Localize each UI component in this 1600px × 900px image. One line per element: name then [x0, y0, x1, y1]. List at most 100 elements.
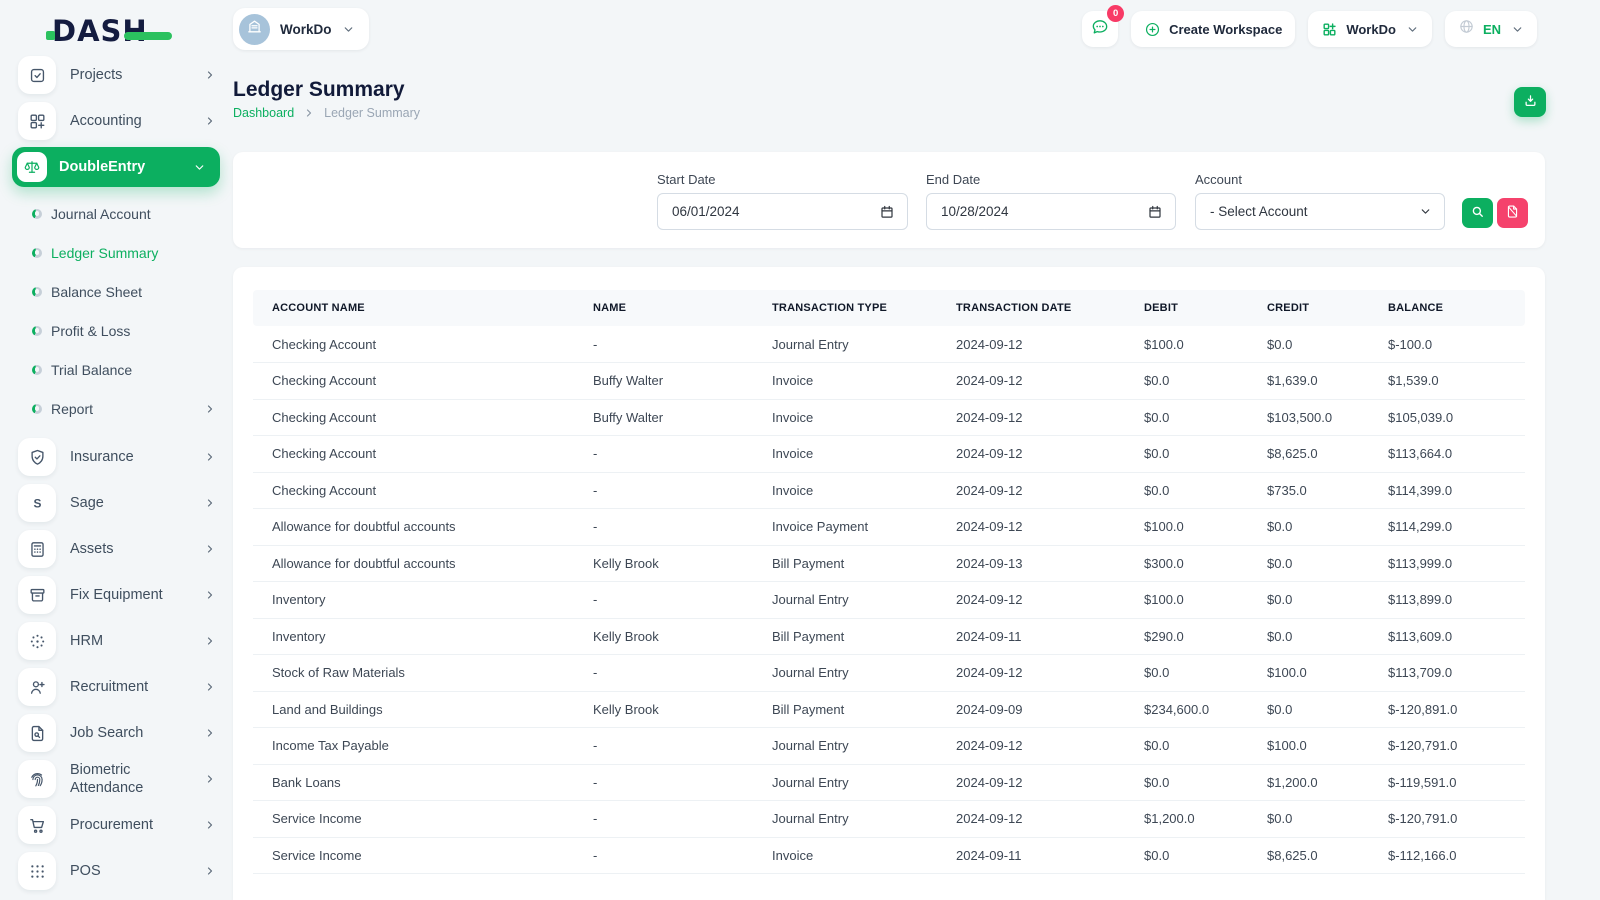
language-label: EN: [1483, 22, 1501, 37]
table-cell: 2024-09-09: [956, 691, 1144, 728]
bullet-icon: [32, 209, 42, 219]
grid-plus-icon: [18, 102, 56, 140]
account-selected-value: - Select Account: [1210, 204, 1308, 219]
dash-logo[interactable]: DASH: [52, 14, 148, 48]
create-workspace-button[interactable]: Create Workspace: [1131, 11, 1295, 47]
table-cell: -: [593, 728, 772, 765]
sidebar-nav: ProjectsAccountingDoubleEntry Journal Acc…: [0, 52, 232, 894]
sidebar-subitem-balance-sheet[interactable]: Balance Sheet: [0, 272, 232, 311]
table-cell: $113,664.0: [1388, 436, 1525, 473]
account-select[interactable]: - Select Account: [1195, 193, 1445, 230]
sidebar-item-biometric-attendance[interactable]: Biometric Attendance: [0, 756, 232, 802]
sidebar-subitem-trial-balance[interactable]: Trial Balance: [0, 350, 232, 389]
table-row[interactable]: InventoryKelly BrookBill Payment2024-09-…: [253, 618, 1525, 655]
table-row[interactable]: Bank Loans-Journal Entry2024-09-12$0.0$1…: [253, 764, 1525, 801]
table-cell: 2024-09-11: [956, 837, 1144, 874]
breadcrumb-dashboard-link[interactable]: Dashboard: [233, 106, 294, 120]
sidebar-item-doubleentry[interactable]: DoubleEntry: [12, 147, 220, 187]
bullet-icon: [32, 365, 42, 375]
chat-icon: [1090, 17, 1110, 42]
table-row[interactable]: Checking Account-Invoice2024-09-12$0.0$7…: [253, 472, 1525, 509]
sidebar-item-recruitment[interactable]: Recruitment: [0, 664, 232, 710]
table-cell: 2024-09-12: [956, 472, 1144, 509]
table-cell: $114,399.0: [1388, 472, 1525, 509]
table-cell: -: [593, 326, 772, 363]
table-row[interactable]: Checking Account-Invoice2024-09-12$0.0$8…: [253, 436, 1525, 473]
table-column-header: NAME: [593, 290, 772, 326]
workspace-switcher[interactable]: WorkDo: [233, 8, 369, 50]
table-cell: $0.0: [1144, 363, 1267, 400]
export-download-button[interactable]: [1514, 87, 1546, 117]
table-cell: Kelly Brook: [593, 691, 772, 728]
table-row[interactable]: Checking AccountBuffy WalterInvoice2024-…: [253, 399, 1525, 436]
sidebar-item-hrm[interactable]: HRM: [0, 618, 232, 664]
table-cell: 2024-09-12: [956, 363, 1144, 400]
table-row[interactable]: Checking AccountBuffy WalterInvoice2024-…: [253, 363, 1525, 400]
sidebar-item-insurance[interactable]: Insurance: [0, 434, 232, 480]
table-row[interactable]: Inventory-Journal Entry2024-09-12$100.0$…: [253, 582, 1525, 619]
table-row[interactable]: Land and BuildingsKelly BrookBill Paymen…: [253, 691, 1525, 728]
end-date-input[interactable]: 10/28/2024: [926, 193, 1176, 230]
table-row[interactable]: Service Income-Journal Entry2024-09-12$1…: [253, 801, 1525, 838]
chevron-right-icon: [204, 589, 216, 601]
sidebar-item-assets[interactable]: Assets: [0, 526, 232, 572]
table-row[interactable]: Stock of Raw Materials-Journal Entry2024…: [253, 655, 1525, 692]
chevron-down-icon: [342, 23, 355, 36]
table-row[interactable]: Checking Account-Journal Entry2024-09-12…: [253, 326, 1525, 363]
table-cell: Inventory: [253, 582, 593, 619]
table-cell: Journal Entry: [772, 582, 956, 619]
table-cell: Service Income: [253, 837, 593, 874]
table-cell: $0.0: [1144, 728, 1267, 765]
apps-menu-button[interactable]: WorkDo: [1308, 11, 1432, 47]
table-cell: Allowance for doubtful accounts: [253, 509, 593, 546]
sidebar-item-pos[interactable]: POS: [0, 848, 232, 894]
sidebar-item-fix-equipment[interactable]: Fix Equipment: [0, 572, 232, 618]
table-row[interactable]: Allowance for doubtful accounts-Invoice …: [253, 509, 1525, 546]
start-date-input[interactable]: 06/01/2024: [657, 193, 908, 230]
table-cell: $234,600.0: [1144, 691, 1267, 728]
table-cell: Service Income: [253, 801, 593, 838]
sidebar-subitem-journal-account[interactable]: Journal Account: [0, 194, 232, 233]
sidebar-item-sage[interactable]: SSage: [0, 480, 232, 526]
sidebar-item-projects[interactable]: Projects: [0, 52, 232, 98]
table-cell: $0.0: [1144, 436, 1267, 473]
sidebar-subitem-profit-loss[interactable]: Profit & Loss: [0, 311, 232, 350]
table-cell: $8,625.0: [1267, 837, 1388, 874]
table-cell: $-120,791.0: [1388, 801, 1525, 838]
table-cell: -: [593, 472, 772, 509]
table-row[interactable]: Service Income-Invoice2024-09-11$0.0$8,6…: [253, 837, 1525, 874]
search-button[interactable]: [1462, 198, 1493, 228]
table-cell: Checking Account: [253, 436, 593, 473]
table-cell: $105,039.0: [1388, 399, 1525, 436]
reset-filter-button[interactable]: [1497, 198, 1528, 228]
table-cell: Journal Entry: [772, 326, 956, 363]
table-cell: $0.0: [1267, 509, 1388, 546]
sidebar-item-job-search[interactable]: Job Search: [0, 710, 232, 756]
table-cell: -: [593, 655, 772, 692]
table-cell: 2024-09-12: [956, 399, 1144, 436]
table-cell: Bill Payment: [772, 691, 956, 728]
table-row[interactable]: Income Tax Payable-Journal Entry2024-09-…: [253, 728, 1525, 765]
table-row[interactable]: Allowance for doubtful accountsKelly Bro…: [253, 545, 1525, 582]
sidebar-item-procurement[interactable]: Procurement: [0, 802, 232, 848]
account-label: Account: [1195, 172, 1242, 187]
sidebar-subitem-report[interactable]: Report: [0, 389, 232, 428]
bullet-icon: [32, 287, 42, 297]
table-cell: Invoice Payment: [772, 509, 956, 546]
table-cell: $735.0: [1267, 472, 1388, 509]
table-cell: $1,639.0: [1267, 363, 1388, 400]
page-title: Ledger Summary: [233, 78, 405, 102]
messages-button[interactable]: 0: [1082, 11, 1118, 47]
dots-circle-icon: [18, 622, 56, 660]
bullet-icon: [32, 404, 42, 414]
table-cell: 2024-09-12: [956, 509, 1144, 546]
sidebar-item-accounting[interactable]: Accounting: [0, 98, 232, 144]
table-cell: Allowance for doubtful accounts: [253, 545, 593, 582]
start-date-value: 06/01/2024: [672, 204, 740, 219]
language-selector[interactable]: EN: [1445, 11, 1537, 47]
sidebar-subitem-ledger-summary[interactable]: Ledger Summary: [0, 233, 232, 272]
apps-menu-label: WorkDo: [1346, 22, 1396, 37]
table-cell: Checking Account: [253, 326, 593, 363]
logo-accent-dot: [46, 31, 55, 40]
calendar-icon: [879, 204, 895, 220]
